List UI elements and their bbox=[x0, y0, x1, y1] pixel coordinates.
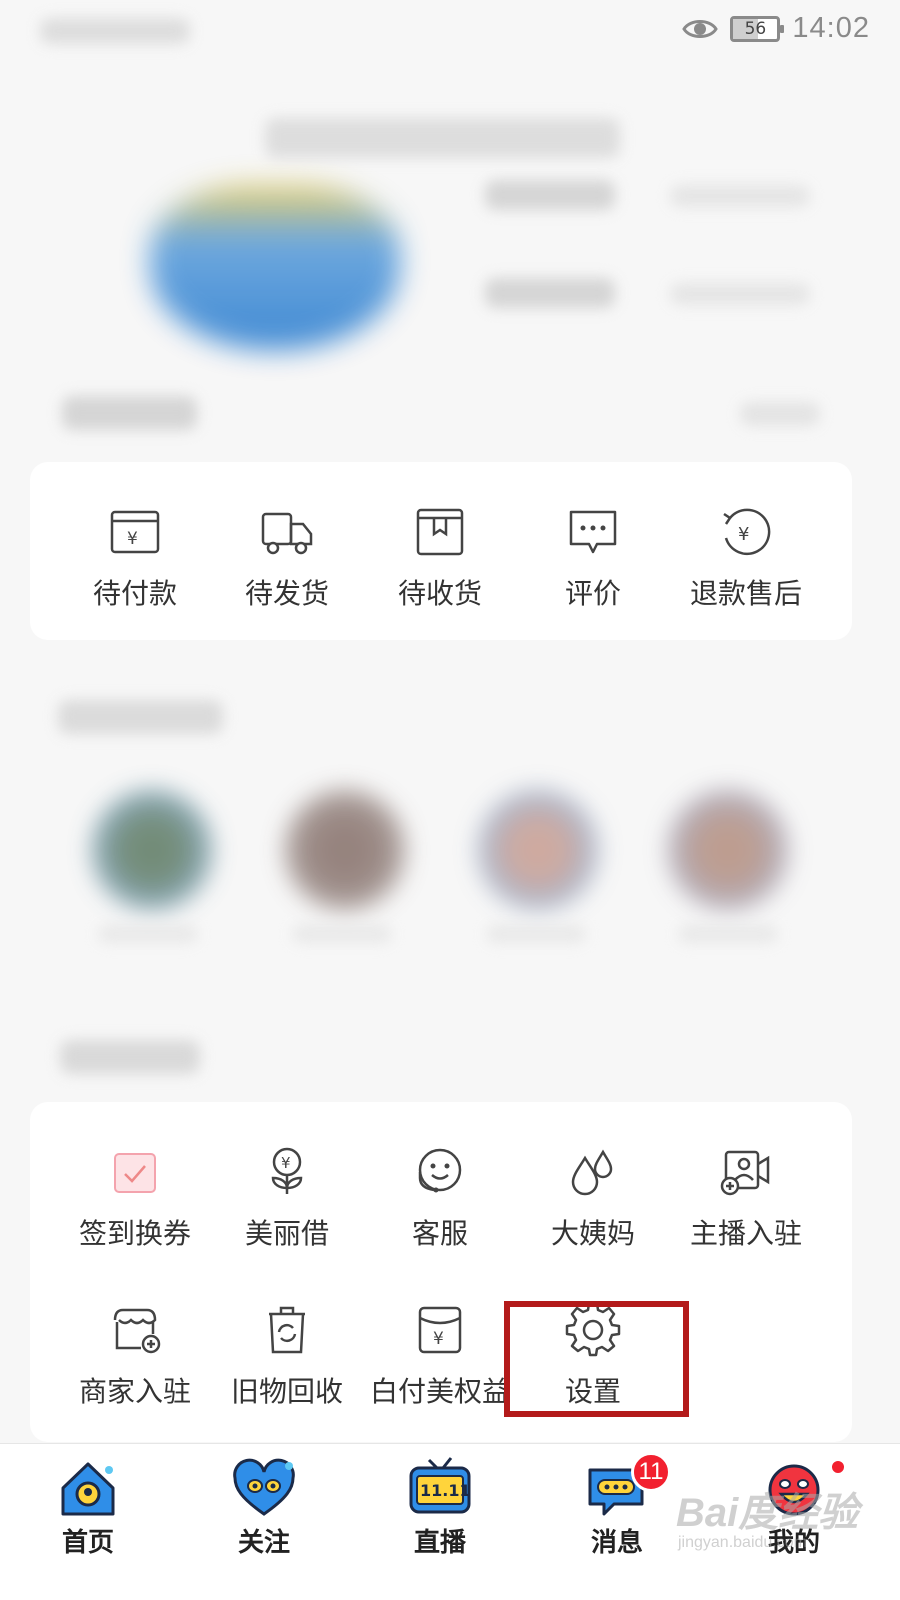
order-status-card: ¥ 待付款 待发货 待收货 评价 ¥ 退款售后 bbox=[30, 462, 852, 640]
notification-dot bbox=[829, 1458, 847, 1476]
money-plant-icon: ¥ bbox=[259, 1144, 315, 1200]
chat-bubble-icon bbox=[565, 504, 621, 560]
tab-label: 关注 bbox=[237, 1528, 290, 1558]
tool-label: 大姨妈 bbox=[550, 1217, 635, 1250]
tab-label: 直播 bbox=[413, 1528, 466, 1558]
order-label: 待收货 bbox=[397, 577, 482, 610]
profile-face-icon bbox=[761, 1458, 827, 1520]
bottom-tab-bar: 首页 关注 11.11 直播 11 消息 我的 bbox=[0, 1443, 900, 1600]
tab-live[interactable]: 11.11 直播 bbox=[380, 1450, 500, 1559]
wallet-yen-icon: ¥ bbox=[107, 504, 163, 560]
checkin-calendar-icon bbox=[107, 1144, 163, 1200]
order-label: 待发货 bbox=[244, 577, 329, 610]
svg-text:¥: ¥ bbox=[281, 1154, 291, 1172]
status-time: 14:02 bbox=[792, 12, 870, 44]
tool-streamer-join[interactable]: 主播入驻 bbox=[670, 1144, 822, 1252]
customer-service-icon bbox=[412, 1144, 468, 1200]
order-refund[interactable]: ¥ 退款售后 bbox=[670, 504, 822, 612]
svg-text:¥: ¥ bbox=[738, 524, 749, 545]
package-icon bbox=[412, 504, 468, 560]
tool-label: 签到换券 bbox=[78, 1217, 191, 1250]
tool-label: 旧物回收 bbox=[230, 1375, 343, 1408]
tool-recycle[interactable]: 旧物回收 bbox=[211, 1302, 363, 1410]
yen-card-icon: ¥ bbox=[412, 1302, 468, 1358]
shop-add-icon bbox=[107, 1302, 163, 1358]
status-indicators: 56 14:02 bbox=[682, 12, 870, 45]
recycle-bin-icon bbox=[259, 1302, 315, 1358]
svg-text:¥: ¥ bbox=[127, 529, 138, 549]
tool-baifumei-benefits[interactable]: ¥ 白付美权益 bbox=[364, 1302, 516, 1410]
tool-checkin-coupon[interactable]: 签到换券 bbox=[59, 1144, 211, 1252]
live-tv-text: 11.11 bbox=[420, 1481, 471, 1500]
svg-text:¥: ¥ bbox=[433, 1329, 444, 1349]
tool-period-tracker[interactable]: 大姨妈 bbox=[517, 1144, 669, 1252]
order-label: 退款售后 bbox=[689, 577, 802, 610]
battery-icon: 56 bbox=[730, 15, 785, 42]
tool-label: 主播入驻 bbox=[689, 1217, 802, 1250]
battery-text: 56 bbox=[744, 18, 767, 39]
eye-icon bbox=[682, 15, 719, 43]
tab-label: 首页 bbox=[61, 1528, 114, 1558]
order-pending-payment[interactable]: ¥ 待付款 bbox=[59, 504, 211, 612]
message-badge: 11 bbox=[631, 1452, 671, 1492]
tool-label: 白付美权益 bbox=[369, 1375, 510, 1408]
tool-label: 商家入驻 bbox=[78, 1375, 191, 1408]
truck-icon bbox=[259, 504, 315, 560]
tab-follow[interactable]: 关注 bbox=[204, 1458, 324, 1559]
droplets-icon bbox=[565, 1144, 621, 1200]
tools-card: 签到换券 ¥ 美丽借 客服 大姨妈 主播入驻 商家入驻 旧物回收 ¥ 白付美权益… bbox=[30, 1102, 852, 1442]
tool-beauty-loan[interactable]: ¥ 美丽借 bbox=[211, 1144, 363, 1252]
tool-merchant-join[interactable]: 商家入驻 bbox=[59, 1302, 211, 1410]
order-review[interactable]: 评价 bbox=[517, 504, 669, 612]
heart-icon bbox=[231, 1458, 297, 1520]
streamer-camera-icon bbox=[718, 1144, 774, 1200]
tool-label: 美丽借 bbox=[244, 1217, 329, 1250]
tab-mine[interactable]: 我的 bbox=[734, 1458, 854, 1559]
blurred-product-image bbox=[150, 185, 400, 350]
tab-label: 我的 bbox=[767, 1528, 820, 1558]
refund-yen-icon: ¥ bbox=[718, 504, 774, 560]
order-label: 评价 bbox=[564, 577, 621, 610]
order-label: 待付款 bbox=[92, 577, 177, 610]
order-pending-shipment[interactable]: 待发货 bbox=[211, 504, 363, 612]
tool-customer-service[interactable]: 客服 bbox=[364, 1144, 516, 1252]
order-pending-receipt[interactable]: 待收货 bbox=[364, 504, 516, 612]
blurred-carrier-info bbox=[40, 18, 190, 44]
tab-messages[interactable]: 11 消息 bbox=[557, 1452, 677, 1559]
live-tv-1111-icon: 11.11 bbox=[405, 1450, 475, 1520]
tab-home[interactable]: 首页 bbox=[28, 1458, 148, 1559]
status-bar: 56 14:02 bbox=[0, 0, 900, 64]
settings-highlight-box bbox=[504, 1301, 689, 1417]
tab-label: 消息 bbox=[590, 1528, 643, 1558]
tool-label: 客服 bbox=[411, 1217, 468, 1250]
home-icon bbox=[55, 1458, 121, 1520]
